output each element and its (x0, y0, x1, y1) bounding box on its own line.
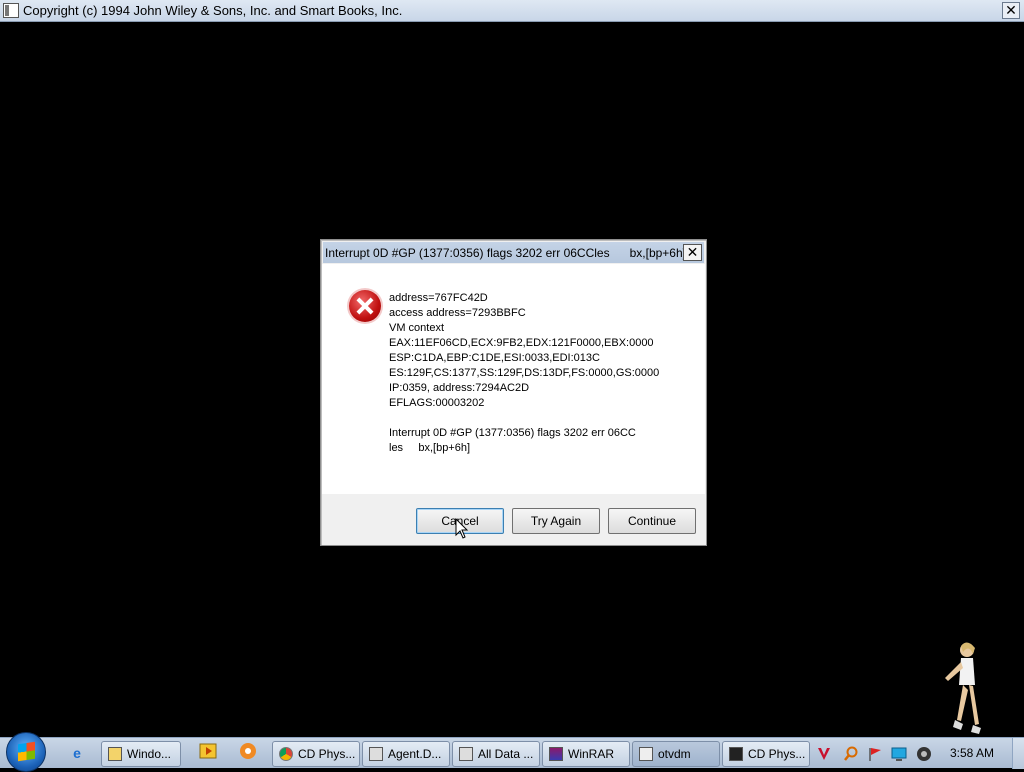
taskbar-item-label: CD Phys... (748, 747, 806, 761)
taskbar-item-label: WinRAR (568, 747, 615, 761)
taskbar-item-label: Windo... (127, 747, 172, 761)
show-desktop-button[interactable] (1012, 738, 1024, 769)
message-line: Interrupt 0D #GP (1377:0356) flags 3202 … (389, 427, 636, 439)
volume-tray-icon[interactable] (916, 746, 932, 762)
try-again-button[interactable]: Try Again (512, 508, 600, 534)
app-title: Copyright (c) 1994 John Wiley & Sons, In… (23, 3, 403, 18)
message-line: address=767FC42D (389, 292, 488, 304)
message-line: EAX:11EF06CD,ECX:9FB2,EDX:121F0000,EBX:0… (389, 337, 654, 349)
taskbar-item-otvdm[interactable]: otvdm (632, 741, 720, 767)
taskbar-item-winrar[interactable]: WinRAR (542, 741, 630, 767)
dialog-close-button[interactable]: ✕ (683, 244, 702, 261)
taskbar: e Windo... CD Phys... Agent.D... All Dat… (0, 732, 1024, 772)
mouse-cursor-icon (455, 518, 469, 539)
folder-icon (108, 747, 122, 761)
app-window-icon[interactable] (3, 3, 19, 18)
chrome-icon (279, 747, 293, 761)
flag-tray-icon[interactable] (867, 746, 883, 762)
message-line: IP:0359, address:7294AC2D (389, 382, 530, 394)
message-line: EFLAGS:00003202 (389, 397, 485, 409)
taskbar-item-cd-physics[interactable]: CD Phys... (722, 741, 810, 767)
taskbar-item-label: All Data ... (478, 747, 534, 761)
window-icon (369, 747, 383, 761)
internet-explorer-icon[interactable]: e (66, 742, 88, 764)
app-launcher-icon[interactable] (237, 742, 259, 764)
taskbar-clock[interactable]: 3:58 AM (950, 746, 994, 760)
start-button[interactable] (6, 732, 46, 772)
taskbar-item-label: CD Phys... (298, 747, 356, 761)
taskbar-item-chrome[interactable]: CD Phys... (272, 741, 360, 767)
app-close-button[interactable]: ✕ (1002, 2, 1020, 19)
app-titlebar: Copyright (c) 1994 John Wiley & Sons, In… (0, 0, 1024, 22)
winrar-icon (549, 747, 563, 761)
dialog-title: Interrupt 0D #GP (1377:0356) flags 3202 … (325, 246, 686, 260)
error-dialog: Interrupt 0D #GP (1377:0356) flags 3202 … (320, 239, 707, 546)
taskbar-item-windows-explorer[interactable]: Windo... (101, 741, 181, 767)
display-tray-icon[interactable] (891, 746, 907, 762)
desktop-agent-character[interactable] (935, 640, 985, 737)
cd-physics-icon (729, 747, 743, 761)
dialog-titlebar[interactable]: Interrupt 0D #GP (1377:0356) flags 3202 … (323, 242, 704, 263)
message-line: VM context (389, 322, 445, 334)
message-line: les bx,[bp+6h] (389, 442, 471, 454)
antivirus-tray-icon[interactable] (816, 746, 832, 762)
message-line: access address=7293BBFC (389, 307, 526, 319)
window-icon (459, 747, 473, 761)
media-player-icon[interactable] (197, 742, 219, 764)
taskbar-item-agent[interactable]: Agent.D... (362, 741, 450, 767)
continue-button[interactable]: Continue (608, 508, 696, 534)
taskbar-item-label: Agent.D... (388, 747, 442, 761)
error-icon (349, 290, 381, 322)
message-line: ES:129F,CS:1377,SS:129F,DS:13DF,FS:0000,… (389, 367, 660, 379)
window-icon (639, 747, 653, 761)
message-line (389, 411, 659, 426)
dialog-body: address=767FC42D access address=7293BBFC… (322, 264, 705, 494)
search-tray-icon[interactable] (843, 746, 859, 762)
taskbar-item-all-data[interactable]: All Data ... (452, 741, 540, 767)
message-line: ESP:C1DA,EBP:C1DE,ESI:0033,EDI:013C (389, 352, 600, 364)
taskbar-item-label: otvdm (658, 747, 691, 761)
dialog-message: address=767FC42D access address=7293BBFC… (389, 291, 659, 456)
